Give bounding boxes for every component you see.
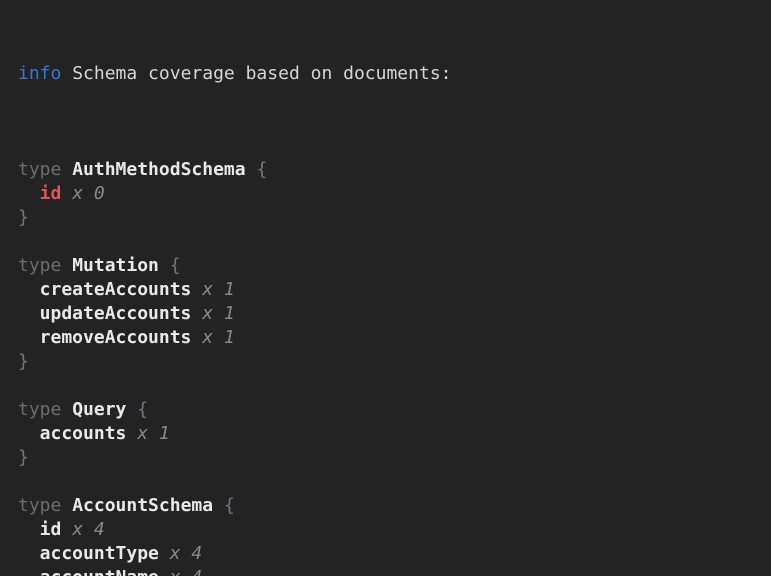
close-brace-line: } [18, 206, 761, 230]
type-keyword: type [18, 495, 61, 516]
field-count: x 1 [202, 279, 235, 300]
spacer [159, 567, 170, 576]
info-message: Schema coverage based on documents: [72, 63, 451, 84]
open-brace: { [137, 399, 148, 420]
type-blocks: type AuthMethodSchema {id x 0}type Mutat… [18, 134, 761, 576]
field-line: accountName x 4 [18, 566, 761, 576]
type-block: type Mutation {createAccounts x 1updateA… [18, 254, 761, 374]
spacer [61, 183, 72, 204]
blank-line [18, 134, 761, 158]
type-name: AuthMethodSchema [72, 159, 245, 180]
spacer [213, 495, 224, 516]
open-brace: { [224, 495, 235, 516]
info-line: info Schema coverage based on documents: [18, 62, 761, 86]
type-name: Mutation [72, 255, 159, 276]
field-line: createAccounts x 1 [18, 278, 761, 302]
field-name: accounts [40, 423, 127, 444]
spacer [159, 543, 170, 564]
close-brace-line: } [18, 350, 761, 374]
field-line: id x 0 [18, 182, 761, 206]
type-block: type AccountSchema {id x 4accountType x … [18, 494, 761, 576]
type-keyword: type [18, 159, 61, 180]
field-line: accountType x 4 [18, 542, 761, 566]
type-block: type AuthMethodSchema {id x 0} [18, 158, 761, 230]
field-name: accountType [40, 543, 159, 564]
spacer [61, 255, 72, 276]
field-name: id [40, 519, 62, 540]
type-block: type Query {accounts x 1} [18, 398, 761, 470]
spacer [191, 327, 202, 348]
field-count: x 1 [202, 303, 235, 324]
type-declaration-line: type AccountSchema { [18, 494, 761, 518]
close-brace: } [18, 447, 29, 468]
terminal-output[interactable]: info Schema coverage based on documents:… [0, 0, 771, 576]
type-declaration-line: type Query { [18, 398, 761, 422]
field-line: accounts x 1 [18, 422, 761, 446]
field-count: x 4 [72, 519, 105, 540]
open-brace: { [256, 159, 267, 180]
field-name: id [40, 183, 62, 204]
close-brace: } [18, 207, 29, 228]
open-brace: { [170, 255, 181, 276]
field-line: updateAccounts x 1 [18, 302, 761, 326]
type-name: AccountSchema [72, 495, 213, 516]
type-keyword: type [18, 255, 61, 276]
close-brace-line: } [18, 446, 761, 470]
type-name: Query [72, 399, 126, 420]
close-brace: } [18, 351, 29, 372]
spacer [126, 423, 137, 444]
field-count: x 1 [137, 423, 170, 444]
field-name: updateAccounts [40, 303, 192, 324]
spacer [191, 279, 202, 300]
spacer [61, 519, 72, 540]
blank-line [18, 470, 761, 494]
field-name: createAccounts [40, 279, 192, 300]
field-count: x 4 [170, 567, 203, 576]
spacer [61, 495, 72, 516]
spacer [126, 399, 137, 420]
field-line: id x 4 [18, 518, 761, 542]
info-label: info [18, 63, 61, 84]
type-keyword: type [18, 399, 61, 420]
blank-line [18, 374, 761, 398]
field-line: removeAccounts x 1 [18, 326, 761, 350]
spacer [246, 159, 257, 180]
field-count: x 0 [72, 183, 105, 204]
spacer [61, 399, 72, 420]
type-declaration-line: type Mutation { [18, 254, 761, 278]
spacer [191, 303, 202, 324]
blank-line [18, 230, 761, 254]
spacer [61, 159, 72, 180]
field-count: x 1 [202, 327, 235, 348]
field-name: accountName [40, 567, 159, 576]
type-declaration-line: type AuthMethodSchema { [18, 158, 761, 182]
field-count: x 4 [170, 543, 203, 564]
spacer [159, 255, 170, 276]
field-name: removeAccounts [40, 327, 192, 348]
spacer [61, 63, 72, 84]
